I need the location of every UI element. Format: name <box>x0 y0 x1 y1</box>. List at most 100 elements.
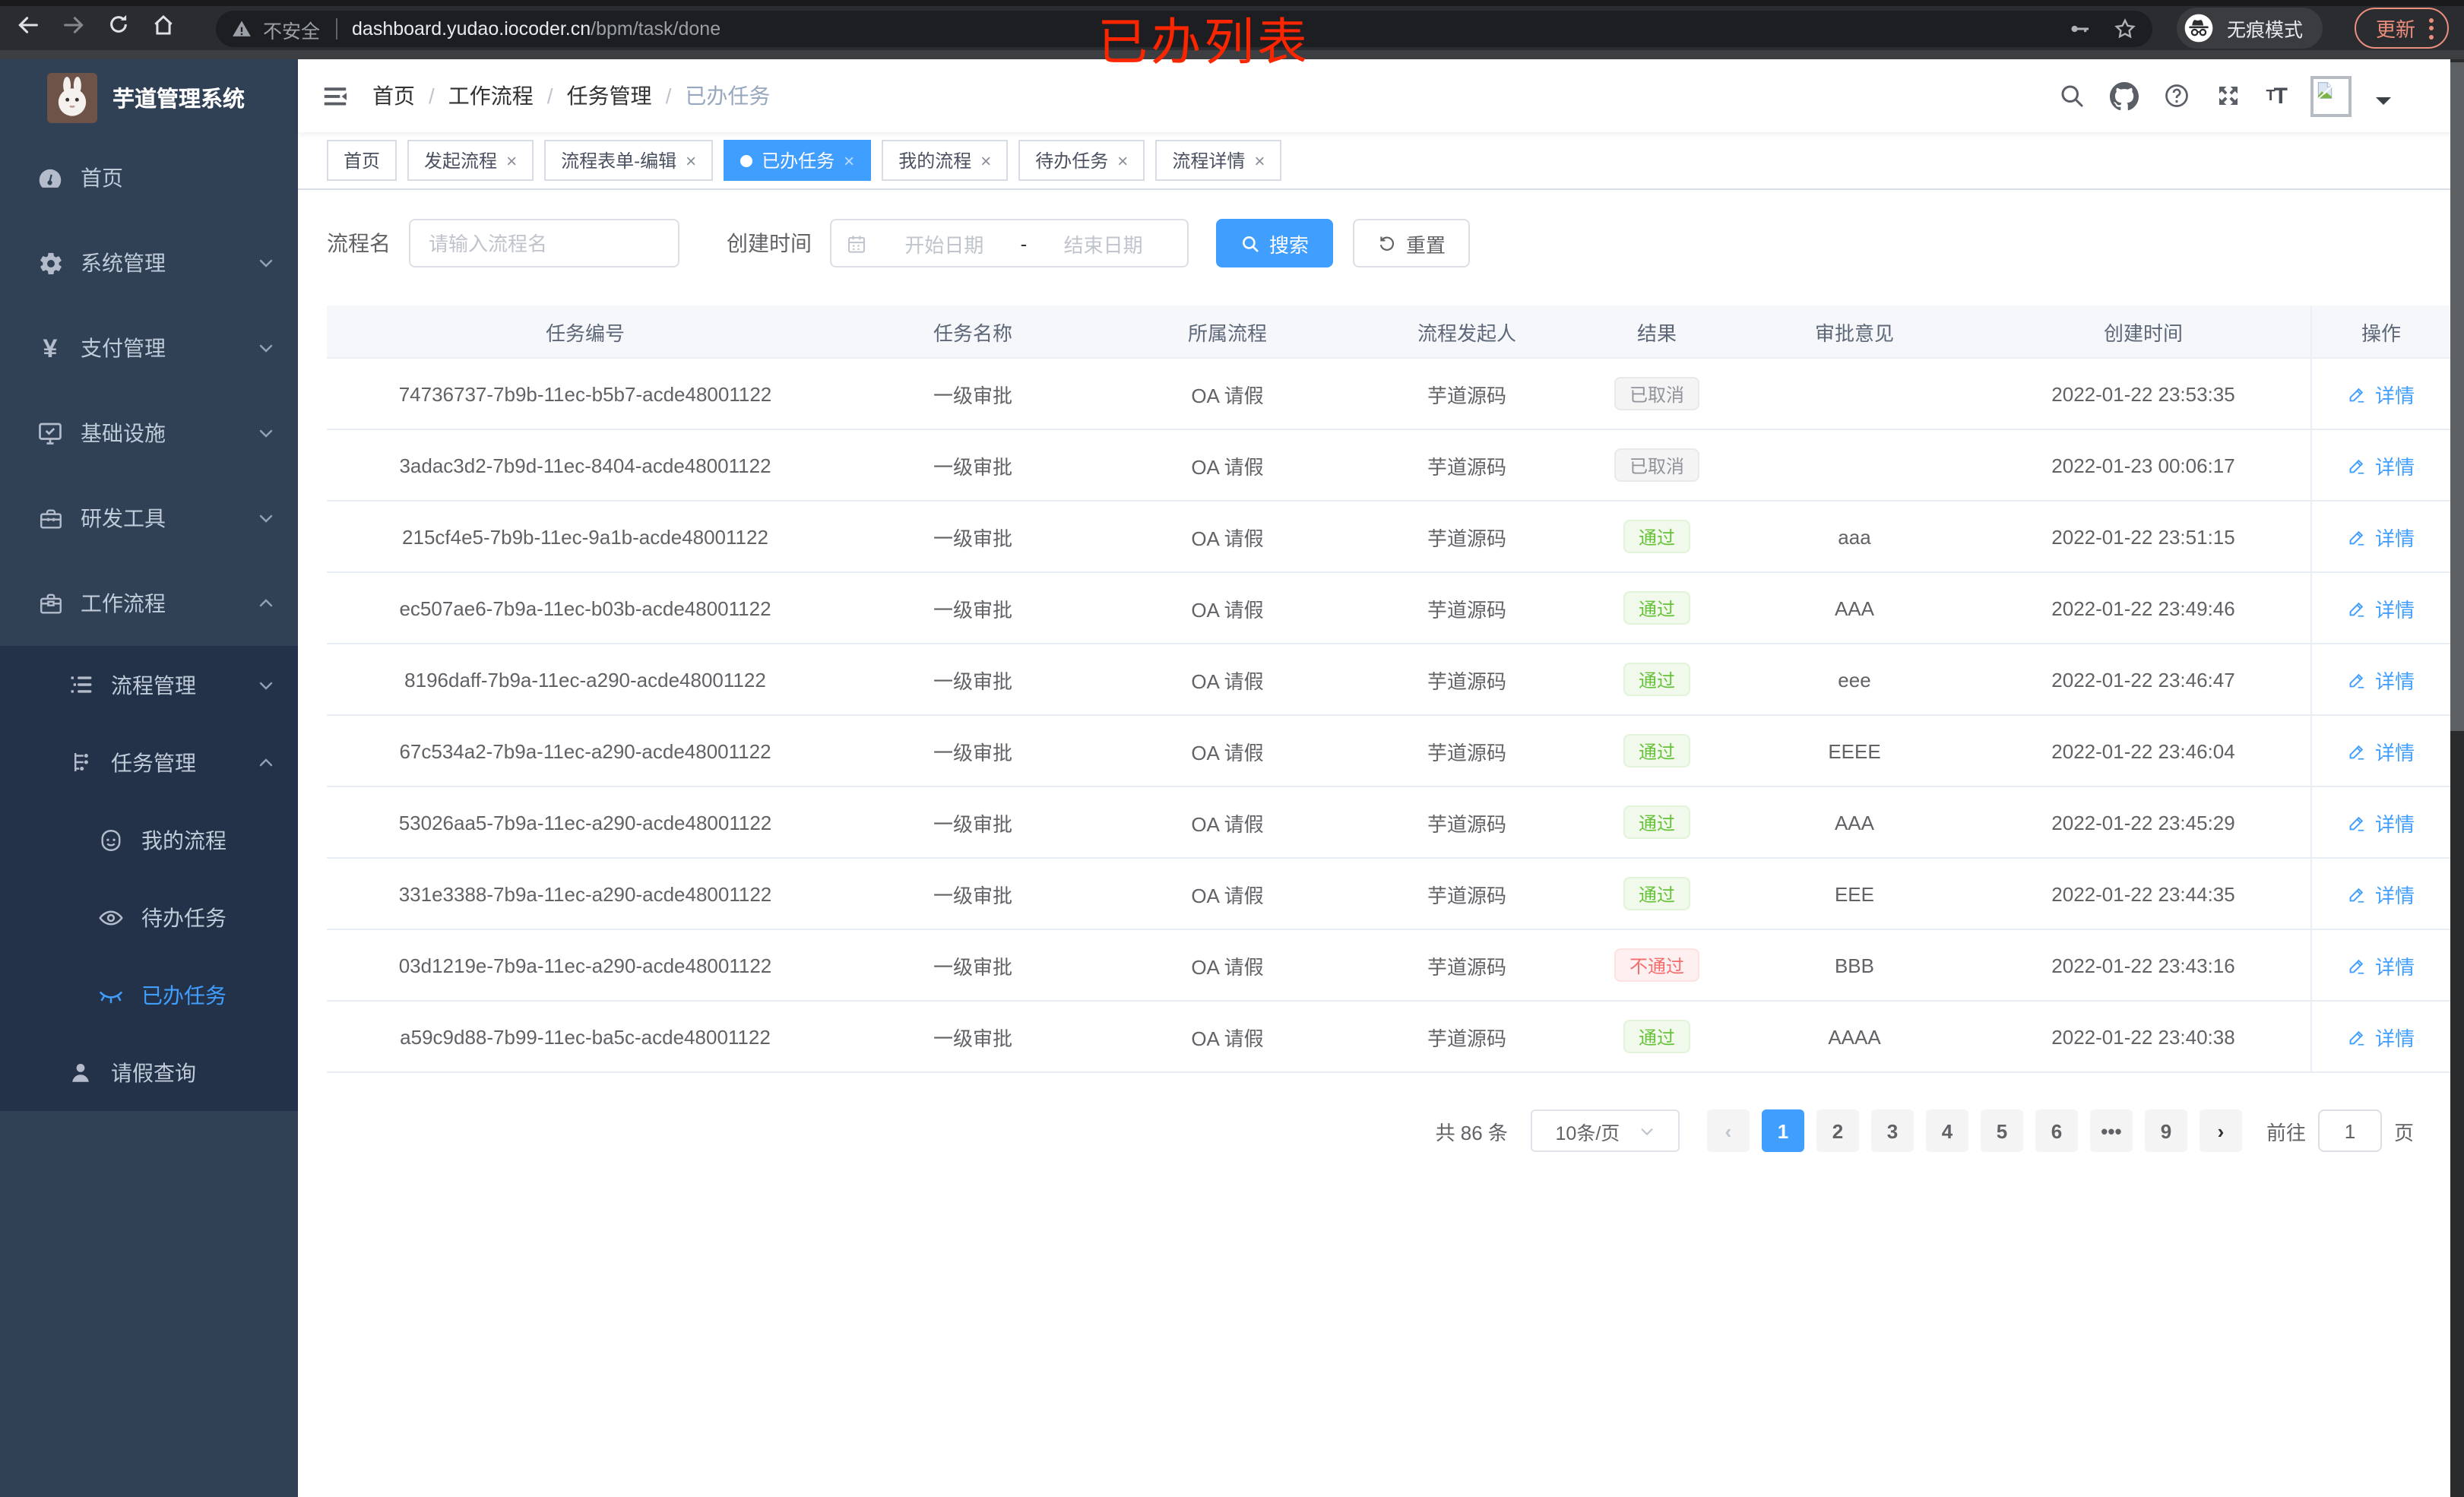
table-row: 3adac3d2-7b9d-11ec-8404-acde48001122 一级审… <box>327 430 2450 502</box>
close-icon[interactable]: × <box>980 151 991 169</box>
browser-forward-icon[interactable] <box>61 11 87 45</box>
scrollbar-thumb[interactable] <box>2450 62 2464 731</box>
key-icon[interactable] <box>2067 17 2092 41</box>
tab-form-edit[interactable]: 流程表单-编辑 × <box>544 140 714 181</box>
sidebar-item-task-mgmt[interactable]: 任务管理 <box>0 723 298 801</box>
avatar[interactable] <box>2310 75 2352 116</box>
result-cell: 通过 <box>1581 663 1733 696</box>
edit-icon <box>2350 387 2365 402</box>
search-icon[interactable] <box>2057 82 2085 109</box>
create-time-cell: 2022-01-22 23:40:38 <box>2051 1025 2235 1048</box>
detail-link[interactable]: 详情 <box>2348 1022 2415 1051</box>
starter-cell: 芋道源码 <box>1427 884 1506 907</box>
page-button-5[interactable]: 5 <box>1980 1109 2023 1152</box>
detail-link[interactable]: 详情 <box>2348 879 2415 908</box>
close-icon[interactable]: × <box>686 151 696 169</box>
tab-done-tasks[interactable]: 已办任务 × <box>724 140 872 181</box>
sidebar-item-system[interactable]: 系统管理 <box>0 220 298 305</box>
filter-form: 流程名 创建时间 开始日期 - 结束日期 搜索 <box>327 219 2450 267</box>
detail-link[interactable]: 详情 <box>2348 522 2415 551</box>
detail-link[interactable]: 详情 <box>2348 808 2415 837</box>
update-label[interactable]: 更新 <box>2376 14 2415 43</box>
tab-start-process[interactable]: 发起流程 × <box>407 140 534 181</box>
tab-my-process[interactable]: 我的流程 × <box>882 140 1009 181</box>
detail-link[interactable]: 详情 <box>2348 593 2415 622</box>
sidebar-item-payment[interactable]: ¥ 支付管理 <box>0 305 298 391</box>
breadcrumb-workflow[interactable]: 工作流程 <box>448 81 534 111</box>
chevron-down-icon <box>259 514 273 523</box>
sidebar-item-my-process[interactable]: 我的流程 <box>0 801 298 878</box>
detail-link[interactable]: 详情 <box>2348 736 2415 765</box>
close-icon[interactable]: × <box>506 151 517 169</box>
page-button-1[interactable]: 1 <box>1761 1109 1804 1152</box>
gear-icon <box>36 249 64 277</box>
done-task-table: 任务编号 任务名称 所属流程 流程发起人 结果 审批意见 创建时间 操作 747… <box>327 305 2450 1073</box>
page-button-2[interactable]: 2 <box>1816 1109 1859 1152</box>
avatar-caret-icon[interactable] <box>2376 97 2391 112</box>
browser-back-icon[interactable] <box>15 11 41 45</box>
breadcrumb-task-mgmt[interactable]: 任务管理 <box>567 81 652 111</box>
sidebar-item-done-tasks[interactable]: 已办任务 <box>0 956 298 1033</box>
page-button-6[interactable]: 6 <box>2035 1109 2078 1152</box>
breadcrumb-home[interactable]: 首页 <box>372 81 415 111</box>
url-path[interactable]: /bpm/task/done <box>591 18 721 40</box>
page-button-9[interactable]: 9 <box>2144 1109 2187 1152</box>
reset-button[interactable]: 重置 <box>1353 219 1471 267</box>
table-row: 53026aa5-7b9a-11ec-a290-acde48001122 一级审… <box>327 787 2450 859</box>
hamburger-icon[interactable] <box>298 81 372 110</box>
sidebar-item-home[interactable]: 首页 <box>0 135 298 220</box>
create-time-cell: 2022-01-22 23:53:35 <box>2051 382 2235 405</box>
starter-cell: 芋道源码 <box>1427 741 1506 764</box>
page-scrollbar[interactable] <box>2450 59 2464 1497</box>
table-row: 8196daff-7b9a-11ec-a290-acde48001122 一级审… <box>327 644 2450 716</box>
sidebar-item-label: 任务管理 <box>111 750 196 774</box>
sidebar-item-workflow[interactable]: 工作流程 <box>0 561 298 646</box>
sidebar-item-process-mgmt[interactable]: 流程管理 <box>0 646 298 723</box>
browser-reload-icon[interactable] <box>106 12 131 44</box>
close-icon[interactable]: × <box>1117 151 1128 169</box>
security-label[interactable]: 不安全 <box>263 14 320 43</box>
tab-process-detail[interactable]: 流程详情 × <box>1155 140 1282 181</box>
detail-link[interactable]: 详情 <box>2348 951 2415 980</box>
actions-cell: 详情 <box>2310 430 2450 500</box>
browser-update-button[interactable]: 更新 <box>2354 8 2449 49</box>
edit-icon <box>2350 601 2365 616</box>
page-size-select[interactable]: 10条/页 <box>1530 1109 1680 1152</box>
detail-link[interactable]: 详情 <box>2348 451 2415 479</box>
sidebar-item-label: 支付管理 <box>81 336 166 360</box>
next-page-button[interactable]: › <box>2199 1109 2242 1152</box>
result-badge: 通过 <box>1623 663 1690 696</box>
tab-todo-tasks[interactable]: 待办任务 × <box>1018 140 1145 181</box>
prev-page-button[interactable]: ‹ <box>1706 1109 1750 1152</box>
date-range-picker[interactable]: 开始日期 - 结束日期 <box>830 219 1189 267</box>
process-name-input[interactable] <box>409 219 679 267</box>
bookmark-star-icon[interactable] <box>2113 17 2137 41</box>
actions-cell: 详情 <box>2310 359 2450 429</box>
browser-menu-icon[interactable] <box>2429 17 2434 39</box>
github-icon[interactable] <box>2109 81 2139 110</box>
close-icon[interactable]: × <box>844 151 854 169</box>
detail-link[interactable]: 详情 <box>2348 379 2415 408</box>
page-button-4[interactable]: 4 <box>1925 1109 1968 1152</box>
url-host[interactable]: dashboard.yudao.iocoder.cn <box>352 18 591 40</box>
tab-home[interactable]: 首页 <box>327 140 397 181</box>
sidebar-item-infra[interactable]: 基础设施 <box>0 391 298 476</box>
chevron-down-icon <box>259 344 273 353</box>
fullscreen-icon[interactable] <box>2214 82 2241 109</box>
sidebar-item-todo-tasks[interactable]: 待办任务 <box>0 878 298 956</box>
process-cell: OA 请假 <box>1191 1027 1264 1049</box>
sidebar-item-leave-query[interactable]: 请假查询 <box>0 1033 298 1111</box>
detail-link[interactable]: 详情 <box>2348 665 2415 694</box>
goto-page-input[interactable] <box>2317 1109 2382 1152</box>
font-size-icon[interactable]: TT <box>2266 83 2288 109</box>
page-button-3[interactable]: 3 <box>1870 1109 1914 1152</box>
browser-home-icon[interactable] <box>150 11 176 45</box>
search-button[interactable]: 搜索 <box>1216 219 1334 267</box>
more-pages-button[interactable]: ••• <box>2089 1109 2133 1152</box>
briefcase-icon <box>36 590 64 617</box>
logo[interactable]: 芋道管理系统 <box>0 59 298 135</box>
close-icon[interactable]: × <box>1254 151 1265 169</box>
security-warning-icon[interactable] <box>231 18 252 40</box>
sidebar-item-devtools[interactable]: 研发工具 <box>0 476 298 561</box>
help-icon[interactable] <box>2162 82 2190 109</box>
